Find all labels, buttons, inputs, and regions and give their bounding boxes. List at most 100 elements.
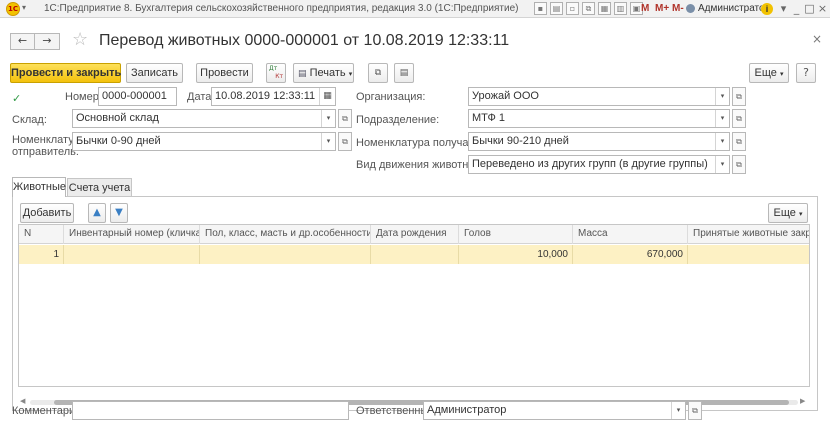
document-window: ← → ☆ Перевод животных 0000-000001 от 10…: [0, 19, 830, 425]
cell-sex[interactable]: [200, 245, 371, 264]
post-and-close-button[interactable]: Провести и закрыть: [10, 63, 121, 83]
open-organization-icon[interactable]: ⧉: [732, 87, 746, 106]
chevron-down-icon: ▾: [779, 70, 784, 78]
calendar-icon[interactable]: ▥: [614, 2, 627, 15]
title-bar: 1С ▾ 1С:Предприятие 8. Бухгалтерия сельс…: [0, 0, 830, 18]
division-value: МТФ 1: [472, 112, 506, 124]
chevron-down-icon[interactable]: ▾: [671, 402, 685, 419]
more-label: Еще: [754, 67, 777, 79]
chevron-down-icon[interactable]: ▾: [715, 156, 729, 173]
back-arrow-icon[interactable]: ←: [10, 33, 35, 50]
number-field[interactable]: 0000-000001: [98, 87, 177, 106]
move-down-arrow-icon[interactable]: ▼: [110, 203, 128, 223]
col-birth[interactable]: Дата рождения: [371, 225, 459, 244]
table-row[interactable]: 1 10,000 670,000: [19, 245, 809, 264]
scroll-right-icon[interactable]: ▶: [800, 397, 805, 405]
chevron-down-icon[interactable]: ▾: [777, 2, 790, 15]
structure-icon[interactable]: ⧉: [368, 63, 388, 83]
dt-kt-icon[interactable]: Дт Кт: [266, 63, 286, 83]
organization-label: Организация:: [356, 91, 426, 103]
memory-m-button[interactable]: M: [641, 3, 649, 14]
info-icon[interactable]: i: [761, 3, 773, 15]
cell-mass[interactable]: 670,000: [573, 245, 688, 264]
organization-field[interactable]: Урожай ООО ▾: [468, 87, 730, 106]
link-icon[interactable]: ⧉: [582, 2, 595, 15]
print-button[interactable]: ▤ Печать ▾: [293, 63, 354, 83]
cell-fixed[interactable]: [688, 245, 809, 264]
col-heads[interactable]: Голов: [459, 225, 573, 244]
main-menu-chevron-icon[interactable]: ▾: [22, 3, 26, 12]
movement-value: Переведено из других групп (в другие гру…: [472, 158, 708, 170]
minimize-icon[interactable]: _: [790, 2, 803, 15]
open-sender-icon[interactable]: ⧉: [338, 132, 352, 151]
number-label: Номер:: [65, 91, 102, 103]
cell-heads[interactable]: 10,000: [459, 245, 573, 264]
table-more-label: Еще: [773, 207, 796, 219]
add-button[interactable]: Добавить: [20, 203, 74, 223]
memory-m-plus-button[interactable]: M+: [655, 3, 669, 14]
sender-field[interactable]: Бычки 0-90 дней ▾: [72, 132, 336, 151]
close-icon[interactable]: ×: [812, 32, 822, 46]
current-user[interactable]: Администратор: [698, 3, 770, 14]
page-title: Перевод животных 0000-000001 от 10.08.20…: [99, 32, 510, 49]
app-logo-text: 1С: [7, 5, 18, 13]
more-button[interactable]: Еще ▾: [749, 63, 789, 83]
division-field[interactable]: МТФ 1 ▾: [468, 109, 730, 128]
open-division-icon[interactable]: ⧉: [732, 109, 746, 128]
cell-inventory[interactable]: [64, 245, 200, 264]
col-n[interactable]: N: [19, 225, 64, 244]
kt-label: Кт: [275, 73, 283, 80]
tab-animals[interactable]: Животные: [12, 177, 66, 197]
print-icon[interactable]: ▤: [550, 2, 563, 15]
responsible-field[interactable]: Администратор ▾: [423, 401, 686, 420]
nav-buttons: ← →: [10, 33, 60, 50]
dt-label: Дт: [269, 65, 278, 72]
warehouse-label: Склад:: [12, 114, 47, 126]
calendar-icon[interactable]: ▦: [319, 88, 335, 105]
col-fixed[interactable]: Принятые животные закрепл: [688, 225, 809, 244]
col-sex[interactable]: Пол, класс, масть и др.особенности: [200, 225, 371, 244]
save-disk-icon[interactable]: ▪: [534, 2, 547, 15]
comment-field[interactable]: [72, 401, 349, 420]
maximize-icon[interactable]: □: [803, 2, 816, 15]
sender-value: Бычки 0-90 дней: [76, 135, 161, 147]
save-button[interactable]: Записать: [126, 63, 183, 83]
app-title: 1С:Предприятие 8. Бухгалтерия сельскохоз…: [44, 3, 519, 14]
movement-field[interactable]: Переведено из других групп (в другие гру…: [468, 155, 730, 174]
app-logo-icon[interactable]: 1С: [6, 2, 20, 16]
post-button[interactable]: Провести: [196, 63, 253, 83]
report-icon[interactable]: ▤: [394, 63, 414, 83]
memory-m-minus-button[interactable]: M-: [672, 3, 684, 14]
close-window-icon[interactable]: ×: [816, 2, 829, 15]
favorite-star-icon[interactable]: ☆: [72, 29, 88, 50]
scroll-left-icon[interactable]: ◀: [20, 397, 25, 405]
sender-label: Номенклатура отправитель:: [12, 134, 86, 158]
table-header: N Инвентарный номер (кличка) Пол, класс,…: [19, 225, 809, 244]
help-icon[interactable]: ?: [796, 63, 816, 83]
warehouse-field[interactable]: Основной склад ▾: [72, 109, 336, 128]
warehouse-value: Основной склад: [76, 112, 159, 124]
forward-arrow-icon[interactable]: →: [35, 33, 60, 50]
receiver-field[interactable]: Бычки 90-210 дней ▾: [468, 132, 730, 151]
chevron-down-icon: ▾: [798, 210, 803, 218]
col-inventory[interactable]: Инвентарный номер (кличка): [64, 225, 200, 244]
chevron-down-icon[interactable]: ▾: [715, 110, 729, 127]
open-responsible-icon[interactable]: ⧉: [688, 401, 702, 420]
history-icon[interactable]: ▦: [598, 2, 611, 15]
date-field[interactable]: 10.08.2019 12:33:11 ▦: [211, 87, 336, 106]
cell-birth[interactable]: [371, 245, 459, 264]
tab-accounts[interactable]: Счета учета: [67, 178, 132, 196]
move-up-arrow-icon[interactable]: ▲: [88, 203, 106, 223]
division-label: Подразделение:: [356, 114, 440, 126]
open-movement-icon[interactable]: ⧉: [732, 155, 746, 174]
chevron-down-icon[interactable]: ▾: [715, 133, 729, 150]
col-mass[interactable]: Масса: [573, 225, 688, 244]
table-more-button[interactable]: Еще ▾: [768, 203, 808, 223]
chevron-down-icon[interactable]: ▾: [715, 88, 729, 105]
open-warehouse-icon[interactable]: ⧉: [338, 109, 352, 128]
open-receiver-icon[interactable]: ⧉: [732, 132, 746, 151]
cell-n[interactable]: 1: [19, 245, 64, 264]
chevron-down-icon[interactable]: ▾: [321, 133, 335, 150]
chevron-down-icon[interactable]: ▾: [321, 110, 335, 127]
preview-icon[interactable]: ▫: [566, 2, 579, 15]
